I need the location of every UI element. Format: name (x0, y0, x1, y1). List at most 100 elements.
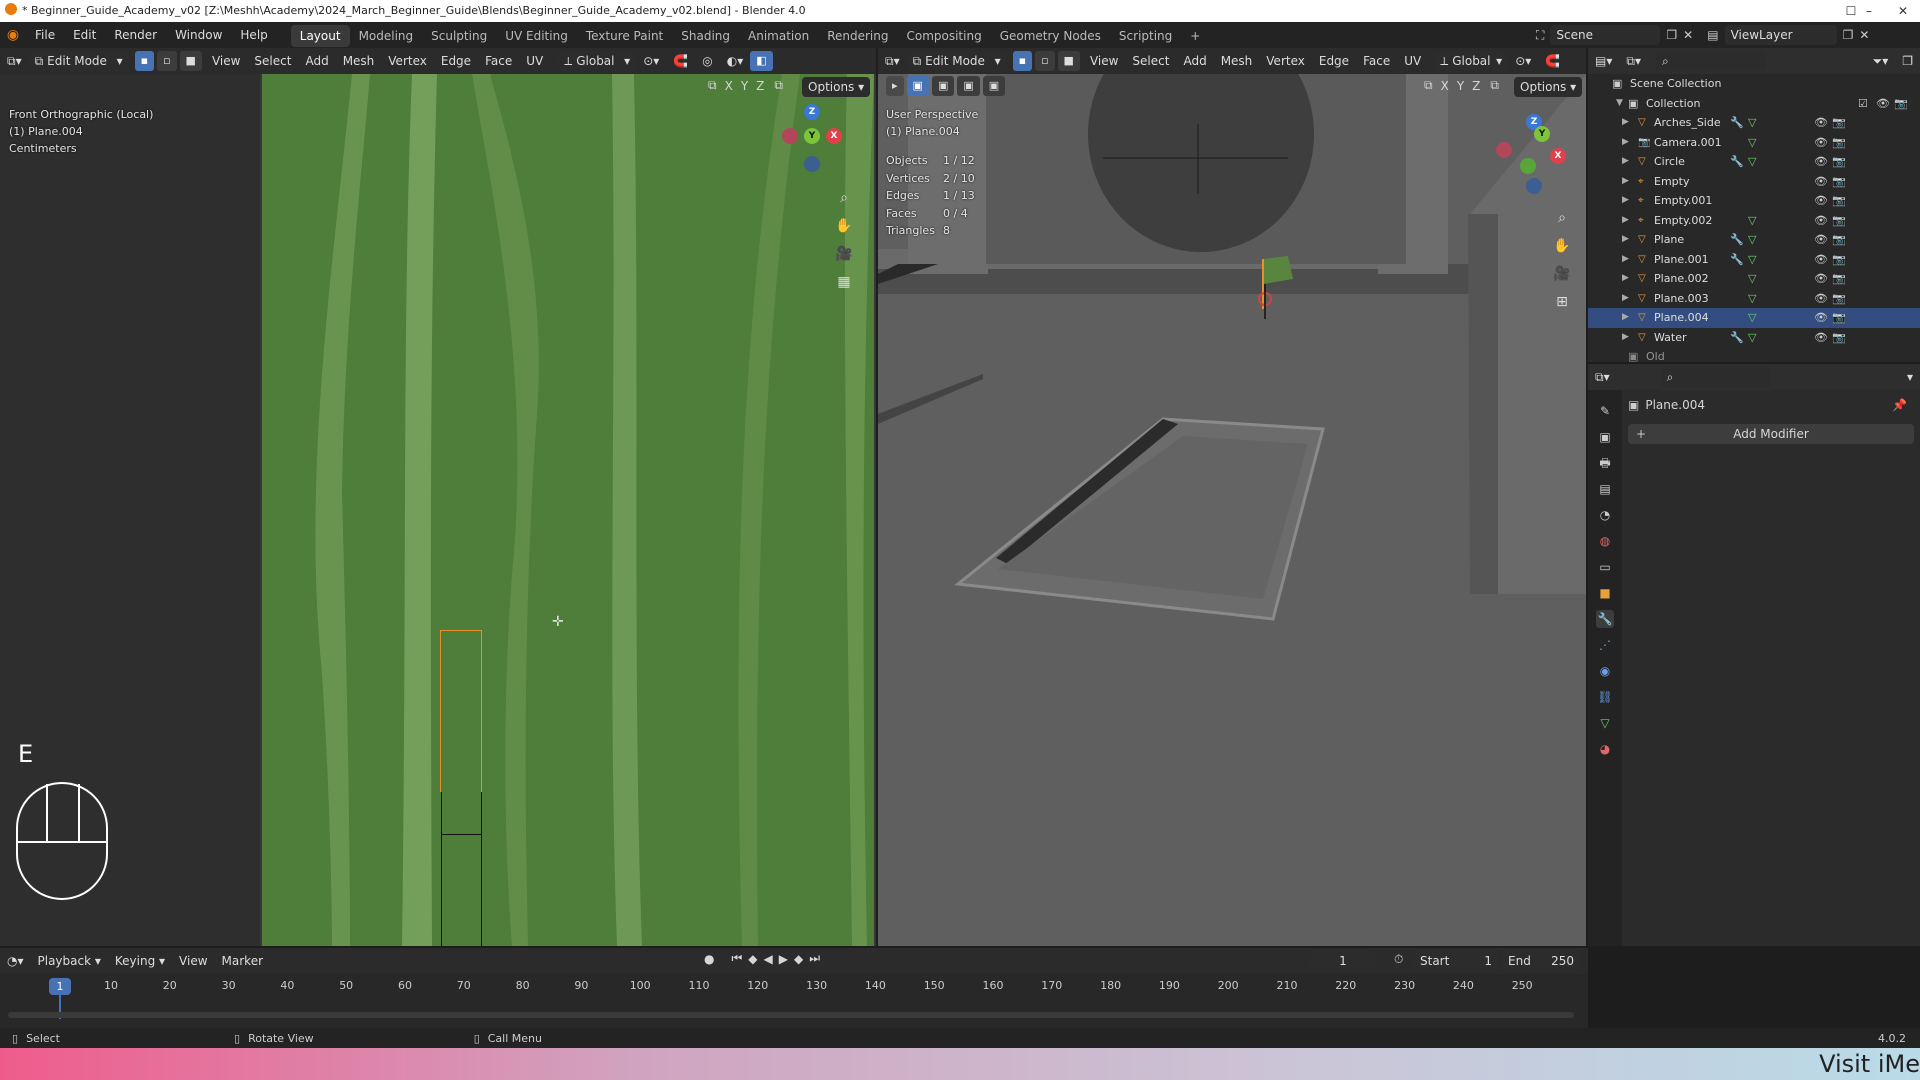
transform-orientation-selector[interactable]: ⟂ Global ▾ (558, 51, 637, 71)
outliner-item-row[interactable]: ▶ ▽ Plane 🔧 ▽ 👁 📷 (1588, 230, 1920, 250)
particles-tab-icon[interactable]: ⋰ (1596, 636, 1614, 654)
display-mode-icon[interactable]: ⧉▾ (1619, 48, 1648, 74)
modifier-icon[interactable]: 🔧 (1730, 230, 1744, 250)
zoom-icon[interactable]: ⌕ (1550, 206, 1574, 230)
properties-search-input[interactable]: ⌕ (1660, 367, 1771, 387)
scene-icon[interactable]: ⛶ (1536, 28, 1544, 43)
object-tab-icon[interactable]: ■ (1596, 584, 1614, 602)
start-frame-field[interactable]: Start 1 (1414, 951, 1498, 971)
outliner-item-row[interactable]: ▶ ▽ Plane.001 🔧 ▽ 👁 📷 (1588, 250, 1920, 270)
expand-icon[interactable]: ▶ (1622, 152, 1629, 172)
new-collection-icon[interactable]: ❐ (1895, 48, 1920, 74)
keying-menu[interactable]: Keying ▾ (108, 948, 172, 974)
overlays-icon[interactable]: ◐▾ (720, 48, 751, 74)
new-scene-icon[interactable]: ❐ (1666, 28, 1677, 42)
pan-hand-icon[interactable]: ✋ (832, 214, 856, 238)
uv-menu-edge[interactable]: Edge (434, 48, 478, 74)
world-tab-icon[interactable]: ◍ (1596, 532, 1614, 550)
menu-help[interactable]: Help (231, 22, 276, 48)
eye-icon[interactable]: 👁 (1876, 94, 1890, 114)
next-keyframe-icon[interactable]: ◆ (794, 952, 803, 966)
vp-menu-select[interactable]: Select (1125, 48, 1176, 74)
expand-icon[interactable]: ▶ (1622, 172, 1629, 192)
eye-icon[interactable]: 👁 (1814, 172, 1828, 192)
zoom-icon[interactable]: ⌕ (832, 186, 856, 210)
face-select-icon[interactable]: ■ (1057, 51, 1080, 71)
select-mode-subtract-icon[interactable]: ▣ (957, 76, 980, 96)
eye-icon[interactable]: 👁 (1814, 113, 1828, 133)
axis-x-toggle[interactable]: X (725, 79, 733, 93)
scene-collection-row[interactable]: ▣ Scene Collection (1588, 74, 1920, 94)
tab-layout[interactable]: Layout (290, 25, 350, 47)
end-frame-field[interactable]: End 250 (1502, 951, 1580, 971)
mesh-data-icon[interactable]: ▽ (1748, 211, 1756, 231)
timeline-ruler[interactable]: 10 20 30 40 50 60 70 80 90 100 110 120 130 140 150 160 1… (0, 974, 1588, 1028)
eye-icon[interactable]: 👁 (1814, 152, 1828, 172)
jump-start-icon[interactable]: ⏮ (731, 951, 742, 966)
collection-tab-icon[interactable]: ▭ (1596, 558, 1614, 576)
snap-icon[interactable]: 🧲 (666, 48, 695, 74)
material-tab-icon[interactable]: ◕ (1596, 740, 1614, 758)
uv-menu-vertex[interactable]: Vertex (381, 48, 434, 74)
camera-render-icon[interactable]: 📷 (1832, 211, 1846, 231)
eye-icon[interactable]: 👁 (1814, 250, 1828, 270)
expand-icon[interactable]: ▶ (1622, 230, 1629, 250)
mesh-data-icon[interactable]: ▽ (1748, 230, 1756, 250)
filter-icon[interactable]: ⏷▾ (1866, 48, 1896, 74)
mirror-icon[interactable]: ⧉ (708, 78, 717, 93)
mesh-data-icon[interactable]: ▽ (1748, 113, 1756, 133)
editor-type-icon[interactable]: ⧉▾ (878, 48, 907, 74)
prev-keyframe-icon[interactable]: ◆ (748, 952, 757, 966)
menu-file[interactable]: File (26, 22, 64, 48)
gizmo-y-axis[interactable]: Y (1534, 126, 1550, 142)
uv-texture-canvas[interactable]: ✛ ⧉ X Y Z ⧉ Options ▾ Z Y X ⌕ ✋ 🎥 ▦ (262, 74, 874, 946)
outliner-item-row[interactable]: ▶ ▽ Water 🔧 ▽ 👁 📷 (1588, 328, 1920, 348)
camera-render-icon[interactable]: 📷 (1832, 191, 1846, 211)
uv-edge[interactable] (441, 834, 481, 835)
mesh-data-icon[interactable]: ▽ (1748, 133, 1756, 153)
physics-tab-icon[interactable]: ◉ (1596, 662, 1614, 680)
expand-icon[interactable]: ▶ (1622, 133, 1629, 153)
editor-type-icon[interactable]: ⧉▾ (1588, 364, 1617, 390)
camera-render-icon[interactable]: 📷 (1832, 152, 1846, 172)
uv-options-dropdown[interactable]: Options ▾ (802, 77, 871, 97)
vp-menu-uv[interactable]: UV (1397, 48, 1428, 74)
uv-menu-select[interactable]: Select (247, 48, 298, 74)
tab-scripting[interactable]: Scripting (1110, 25, 1181, 47)
gizmo-neg-x-axis[interactable] (782, 128, 798, 144)
tab-geometry-nodes[interactable]: Geometry Nodes (991, 25, 1110, 47)
tab-animation[interactable]: Animation (739, 25, 818, 47)
vertex-select-icon[interactable]: ▪ (134, 51, 155, 71)
eye-icon[interactable]: 👁 (1814, 133, 1828, 153)
eye-icon[interactable]: 👁 (1814, 230, 1828, 250)
gizmo-x-axis[interactable]: X (1550, 148, 1566, 164)
delete-viewlayer-icon[interactable]: ✕ (1859, 28, 1869, 42)
playhead[interactable]: 1 (49, 978, 71, 995)
expand-icon[interactable]: ▶ (1622, 211, 1629, 231)
camera-render-icon[interactable]: 📷 (1832, 289, 1846, 309)
tab-modeling[interactable]: Modeling (350, 25, 423, 47)
mode-selector[interactable]: ⧉ Edit Mode ▾ (906, 51, 1007, 71)
mesh-data-icon[interactable]: ▽ (1748, 269, 1756, 289)
menu-window[interactable]: Window (166, 22, 231, 48)
collection-row[interactable]: ▼ ▣ Collection ☑ 👁 📷 (1588, 94, 1920, 114)
timeline-scrollbar[interactable] (8, 1012, 1574, 1018)
camera-render-icon[interactable]: 📷 (1832, 230, 1846, 250)
vp-menu-edge[interactable]: Edge (1312, 48, 1356, 74)
camera-render-icon[interactable]: 📷 (1894, 94, 1908, 114)
delete-scene-icon[interactable]: ✕ (1683, 28, 1693, 42)
modifier-icon[interactable]: 🔧 (1730, 152, 1744, 172)
tab-compositing[interactable]: Compositing (897, 25, 990, 47)
pin-icon[interactable]: 📌 (1892, 398, 1907, 412)
add-workspace-icon[interactable]: + (1181, 25, 1209, 47)
vp-menu-mesh[interactable]: Mesh (1214, 48, 1260, 74)
grid-toggle-icon[interactable]: ▦ (832, 270, 856, 294)
mirror-icon[interactable]: ⧉ (1424, 78, 1433, 93)
view-layer-tab-icon[interactable]: ▤ (1596, 480, 1614, 498)
blender-menu-icon[interactable]: ◉ (0, 27, 26, 43)
tab-texture-paint[interactable]: Texture Paint (577, 25, 672, 47)
menu-render[interactable]: Render (105, 22, 166, 48)
axis-y-toggle[interactable]: Y (741, 79, 748, 93)
outliner-item-row[interactable]: ▶ ⌖ Empty.001 👁 📷 (1588, 191, 1920, 211)
play-icon[interactable]: ▶ (779, 952, 788, 966)
